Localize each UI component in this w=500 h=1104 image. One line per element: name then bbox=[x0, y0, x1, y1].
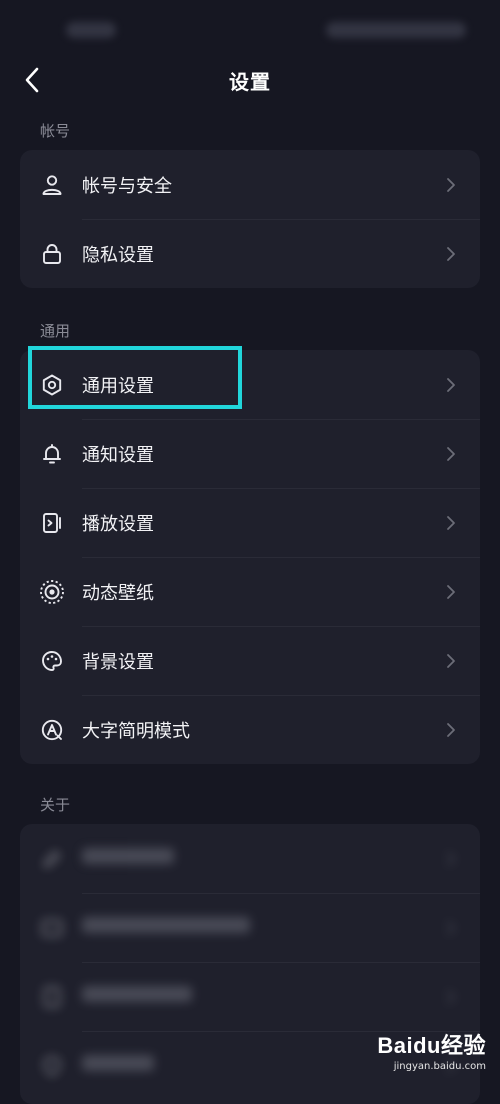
settings-item-general[interactable]: 通用设置 bbox=[20, 350, 480, 419]
blurred-label bbox=[82, 848, 174, 869]
settings-item-live-wallpaper[interactable]: 动态壁纸 bbox=[20, 557, 480, 626]
settings-item-label: 通用设置 bbox=[82, 375, 154, 397]
status-time-blur bbox=[66, 22, 116, 38]
section-label-about: 关于 bbox=[40, 796, 71, 814]
shield-icon bbox=[39, 1053, 65, 1079]
settings-item-label: 动态壁纸 bbox=[82, 582, 154, 604]
playback-icon bbox=[39, 510, 65, 536]
section-label-account: 帐号 bbox=[40, 122, 71, 140]
settings-item-background[interactable]: 背景设置 bbox=[20, 626, 480, 695]
lock-icon bbox=[39, 241, 65, 267]
settings-item-label: 隐私设置 bbox=[82, 244, 154, 266]
settings-item-label: 背景设置 bbox=[82, 651, 154, 673]
info-icon bbox=[39, 915, 65, 941]
chevron-right-icon bbox=[444, 989, 458, 1005]
gear-icon bbox=[39, 372, 65, 398]
user-icon bbox=[39, 172, 65, 198]
settings-item-large-font-mode[interactable]: 大字简明模式 bbox=[20, 695, 480, 764]
settings-item-label: 帐号与安全 bbox=[82, 175, 172, 197]
watermark-url: jingyan.baidu.com bbox=[393, 1061, 486, 1072]
chevron-right-icon bbox=[444, 851, 458, 867]
chevron-right-icon bbox=[444, 377, 458, 393]
chevron-right-icon bbox=[444, 515, 458, 531]
status-icons-blur bbox=[326, 22, 466, 38]
nav-bar: 设置 bbox=[0, 56, 500, 104]
chevron-right-icon bbox=[444, 653, 458, 669]
account-group: 帐号与安全 隐私设置 bbox=[20, 150, 480, 288]
chevron-right-icon bbox=[444, 446, 458, 462]
chevron-right-icon bbox=[444, 246, 458, 262]
status-bar bbox=[0, 0, 500, 60]
document-icon bbox=[39, 984, 65, 1010]
settings-item-privacy[interactable]: 隐私设置 bbox=[20, 219, 480, 288]
settings-item-notifications[interactable]: 通知设置 bbox=[20, 419, 480, 488]
palette-icon bbox=[39, 648, 65, 674]
chevron-right-icon bbox=[444, 584, 458, 600]
chevron-right-icon bbox=[444, 177, 458, 193]
blurred-label bbox=[82, 917, 250, 938]
settings-item-label: 大字简明模式 bbox=[82, 720, 190, 742]
chevron-right-icon bbox=[444, 722, 458, 738]
list-item[interactable] bbox=[20, 824, 480, 893]
large-font-icon bbox=[39, 717, 65, 743]
section-label-general: 通用 bbox=[40, 322, 71, 340]
settings-item-account-security[interactable]: 帐号与安全 bbox=[20, 150, 480, 219]
live-wallpaper-icon bbox=[39, 579, 65, 605]
general-group: 通用设置 通知设置 播放设置 动态壁纸 背景设置 大字简明模式 bbox=[20, 350, 480, 764]
blurred-label bbox=[82, 986, 192, 1007]
edit-icon bbox=[39, 846, 65, 872]
chevron-right-icon bbox=[444, 920, 458, 936]
watermark-logo: Baidu经验 bbox=[377, 1033, 486, 1058]
settings-item-label: 通知设置 bbox=[82, 444, 154, 466]
settings-item-playback[interactable]: 播放设置 bbox=[20, 488, 480, 557]
page-title: 设置 bbox=[229, 70, 271, 94]
blurred-label bbox=[82, 1055, 154, 1076]
list-item[interactable] bbox=[20, 893, 480, 962]
bell-icon bbox=[39, 441, 65, 467]
settings-item-label: 播放设置 bbox=[82, 513, 154, 535]
list-item[interactable] bbox=[20, 962, 480, 1031]
watermark: Baidu经验 jingyan.baidu.com bbox=[377, 1028, 486, 1072]
